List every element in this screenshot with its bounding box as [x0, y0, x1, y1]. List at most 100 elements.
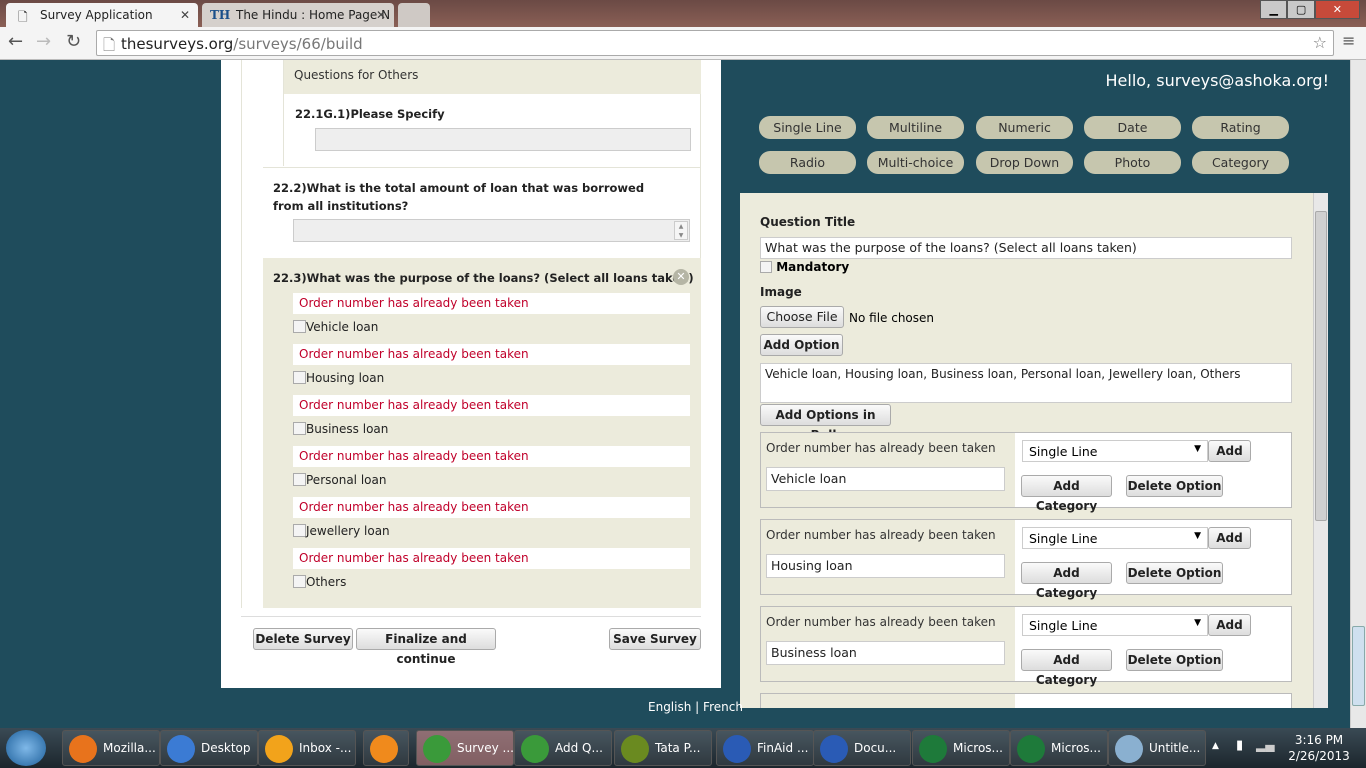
- type-drop-down[interactable]: Drop Down: [976, 151, 1073, 174]
- taskbar-item[interactable]: Tata P...: [614, 730, 712, 766]
- back-icon[interactable]: ←: [8, 31, 23, 52]
- finalize-button[interactable]: Finalize and continue: [356, 628, 496, 666]
- chevron-down-icon: ▼: [1194, 444, 1201, 454]
- scroll-thumb[interactable]: [1315, 211, 1327, 521]
- option-checkbox[interactable]: Jewellery loan: [293, 524, 390, 538]
- taskbar-item[interactable]: Add Q...: [514, 730, 612, 766]
- tab-title: Survey Application: [40, 8, 153, 22]
- number-spinner[interactable]: ▲ ▼: [674, 221, 688, 240]
- option-type-select[interactable]: Single Line ▼: [1022, 527, 1208, 549]
- taskbar-item[interactable]: Micros...: [1010, 730, 1108, 766]
- option-input[interactable]: Vehicle loan: [766, 467, 1005, 491]
- option-checkbox[interactable]: Business loan: [293, 422, 388, 436]
- delete-option-button[interactable]: Delete Option: [1126, 649, 1223, 671]
- tab-survey-application[interactable]: 🗋 Survey Application ✕: [6, 3, 198, 27]
- error-message: Order number has already been taken: [766, 441, 996, 455]
- minimize-icon[interactable]: ▁: [1260, 0, 1288, 19]
- add-button[interactable]: Add: [1208, 527, 1251, 549]
- error-message: Order number has already been taken: [766, 615, 996, 629]
- mandatory-checkbox[interactable]: Mandatory: [760, 260, 849, 274]
- url-path: /surveys/66/build: [233, 35, 363, 53]
- address-bar[interactable]: 🗋 thesurveys.org/surveys/66/build ☆: [96, 30, 1334, 56]
- delete-option-button[interactable]: Delete Option: [1126, 475, 1223, 497]
- type-multi-choice[interactable]: Multi-choice: [867, 151, 964, 174]
- option-checkbox[interactable]: Housing loan: [293, 371, 384, 385]
- specify-input[interactable]: [315, 128, 691, 151]
- type-photo[interactable]: Photo: [1084, 151, 1181, 174]
- url-host: thesurveys.org: [121, 35, 234, 53]
- app-icon: [69, 735, 97, 763]
- option-checkbox[interactable]: Others: [293, 575, 346, 589]
- option-type-select[interactable]: Single Line ▼: [1022, 614, 1208, 636]
- delete-option-button[interactable]: Delete Option: [1126, 562, 1223, 584]
- editor-scrollbar[interactable]: [1313, 193, 1328, 708]
- delete-survey-button[interactable]: Delete Survey: [253, 628, 353, 650]
- add-options-bulk-button[interactable]: Add Options in Bulk: [760, 404, 891, 442]
- add-button[interactable]: Add: [1208, 440, 1251, 462]
- option-checkbox[interactable]: Personal loan: [293, 473, 386, 487]
- taskbar-item[interactable]: [363, 730, 409, 766]
- choose-file-button[interactable]: Choose File: [760, 306, 844, 328]
- type-radio[interactable]: Radio: [759, 151, 856, 174]
- taskbar-item[interactable]: FinAid ...: [716, 730, 814, 766]
- menu-icon[interactable]: ≡: [1342, 31, 1355, 50]
- option-checkbox[interactable]: Vehicle loan: [293, 320, 378, 334]
- option-card: Order number has already been taken Vehi…: [760, 432, 1292, 513]
- bulk-options-textarea[interactable]: Vehicle loan, Housing loan, Business loa…: [760, 363, 1292, 403]
- close-window-icon[interactable]: ✕: [1314, 0, 1360, 19]
- add-category-button[interactable]: Add Category: [1021, 562, 1112, 600]
- show-hidden-icons[interactable]: ▲: [1212, 741, 1219, 751]
- add-category-button[interactable]: Add Category: [1021, 475, 1112, 513]
- option-input[interactable]: Housing loan: [766, 554, 1005, 578]
- type-multiline[interactable]: Multiline: [867, 116, 964, 139]
- app-icon: [265, 735, 293, 763]
- chevron-down-icon: ▼: [1194, 618, 1201, 628]
- tab-the-hindu[interactable]: TH The Hindu : Home Page N ✕: [202, 3, 394, 27]
- type-category[interactable]: Category: [1192, 151, 1289, 174]
- type-numeric[interactable]: Numeric: [976, 116, 1073, 139]
- taskbar-item[interactable]: Survey ...: [416, 730, 514, 766]
- start-button[interactable]: [6, 730, 46, 766]
- selected-question[interactable]: 22.3)What was the purpose of the loans? …: [263, 258, 701, 608]
- app-icon: [621, 735, 649, 763]
- taskbar-item[interactable]: Desktop: [160, 730, 258, 766]
- page-scrollbar[interactable]: [1350, 60, 1366, 728]
- app-icon: [1017, 735, 1045, 763]
- app-icon: [820, 735, 848, 763]
- close-tab-icon[interactable]: ✕: [376, 8, 386, 22]
- th-icon: TH: [210, 8, 231, 22]
- add-button[interactable]: Add: [1208, 614, 1251, 636]
- bookmark-star-icon[interactable]: ☆: [1313, 33, 1327, 52]
- new-tab-button[interactable]: [398, 3, 430, 27]
- reload-icon[interactable]: ↻: [66, 31, 81, 52]
- clock[interactable]: 3:16 PM 2/26/2013: [1284, 732, 1354, 764]
- close-tab-icon[interactable]: ✕: [180, 8, 190, 22]
- french-link[interactable]: French: [703, 700, 743, 714]
- type-rating[interactable]: Rating: [1192, 116, 1289, 139]
- window-controls: ▁ ▢ ✕: [1260, 0, 1360, 19]
- scroll-thumb[interactable]: [1352, 626, 1365, 706]
- forward-icon[interactable]: →: [36, 31, 51, 52]
- add-category-button[interactable]: Add Category: [1021, 649, 1112, 687]
- tab-strip: 🗋 Survey Application ✕ TH The Hindu : Ho…: [0, 0, 1366, 27]
- taskbar-item[interactable]: Inbox -...: [258, 730, 356, 766]
- option-input[interactable]: Business loan: [766, 641, 1005, 665]
- error-message: Order number has already been taken: [293, 395, 690, 416]
- type-single-line[interactable]: Single Line: [759, 116, 856, 139]
- english-link[interactable]: English: [648, 700, 691, 714]
- remove-question-icon[interactable]: ✕: [673, 269, 689, 285]
- save-survey-button[interactable]: Save Survey: [609, 628, 701, 650]
- option-type-select[interactable]: Single Line ▼: [1022, 440, 1208, 462]
- app-icon: [521, 735, 549, 763]
- taskbar: Mozilla... Desktop Inbox -... Survey ... Add…: [0, 728, 1366, 768]
- maximize-icon[interactable]: ▢: [1287, 0, 1315, 19]
- type-date[interactable]: Date: [1084, 116, 1181, 139]
- add-option-button[interactable]: Add Option: [760, 334, 843, 356]
- taskbar-item[interactable]: Mozilla...: [62, 730, 160, 766]
- taskbar-item[interactable]: Docu...: [813, 730, 911, 766]
- question-title-input[interactable]: What was the purpose of the loans? (Sele…: [760, 237, 1292, 259]
- error-message: Order number has already been taken: [293, 293, 690, 314]
- taskbar-item[interactable]: Untitle...: [1108, 730, 1206, 766]
- loan-amount-number-input[interactable]: ▲ ▼: [293, 219, 690, 242]
- taskbar-item[interactable]: Micros...: [912, 730, 1010, 766]
